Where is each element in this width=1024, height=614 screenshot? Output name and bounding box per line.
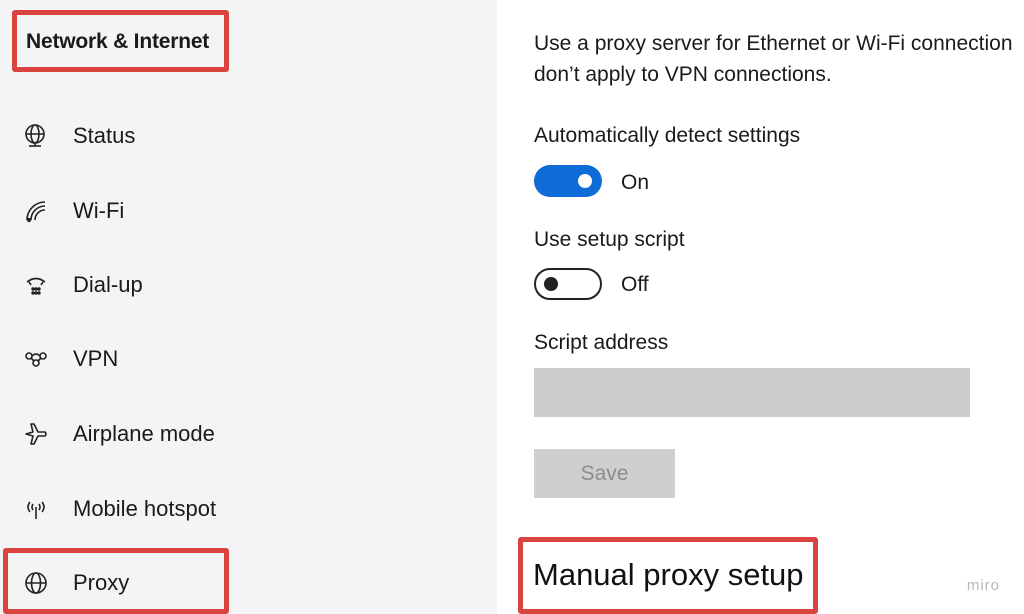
proxy-settings-panel [497,0,1024,614]
watermark: miro [966,577,1000,594]
sidebar-item-airplane-mode[interactable]: Airplane mode [0,404,497,464]
airplane-icon [22,420,50,448]
sidebar-item-label: VPN [73,346,119,371]
highlight-box-title [12,10,229,72]
auto-detect-toggle[interactable] [534,165,602,197]
proxy-description: Use a proxy server for Ethernet or Wi-Fi… [534,28,1013,90]
hotspot-icon [22,495,50,523]
save-button[interactable]: Save [534,449,675,498]
dialup-icon [22,271,50,299]
script-address-input[interactable] [534,368,970,417]
toggle-knob [544,277,558,291]
sidebar-item-vpn[interactable]: VPN [0,329,497,389]
highlight-box-proxy [3,548,229,614]
vpn-icon [22,345,50,373]
sidebar-item-label: Dial-up [73,272,143,297]
auto-detect-label: Automatically detect settings [534,124,801,147]
auto-detect-state: On [621,171,650,194]
globe-status-icon [22,122,50,150]
highlight-box-manual-proxy [518,537,818,614]
sidebar-item-mobile-hotspot[interactable]: Mobile hotspot [0,479,497,539]
setup-script-toggle[interactable] [534,268,602,300]
proxy-description-line: Use a proxy server for Ethernet or Wi-Fi… [534,32,1013,55]
sidebar-item-label: Mobile hotspot [73,496,217,521]
setup-script-label: Use setup script [534,228,685,251]
sidebar-item-status[interactable]: Status [0,106,497,166]
sidebar-item-dialup[interactable]: Dial-up [0,255,497,315]
sidebar: Network & Internet Status Wi-Fi Dial-up [0,0,497,614]
sidebar-item-label: Status [73,123,136,148]
script-address-label: Script address [534,331,669,354]
wifi-icon [22,197,50,225]
toggle-knob [578,174,592,188]
sidebar-item-label: Airplane mode [73,421,215,446]
sidebar-item-label: Wi-Fi [73,198,125,223]
setup-script-state: Off [621,273,649,296]
proxy-description-line: don’t apply to VPN connections. [534,63,832,86]
sidebar-item-wifi[interactable]: Wi-Fi [0,181,497,241]
